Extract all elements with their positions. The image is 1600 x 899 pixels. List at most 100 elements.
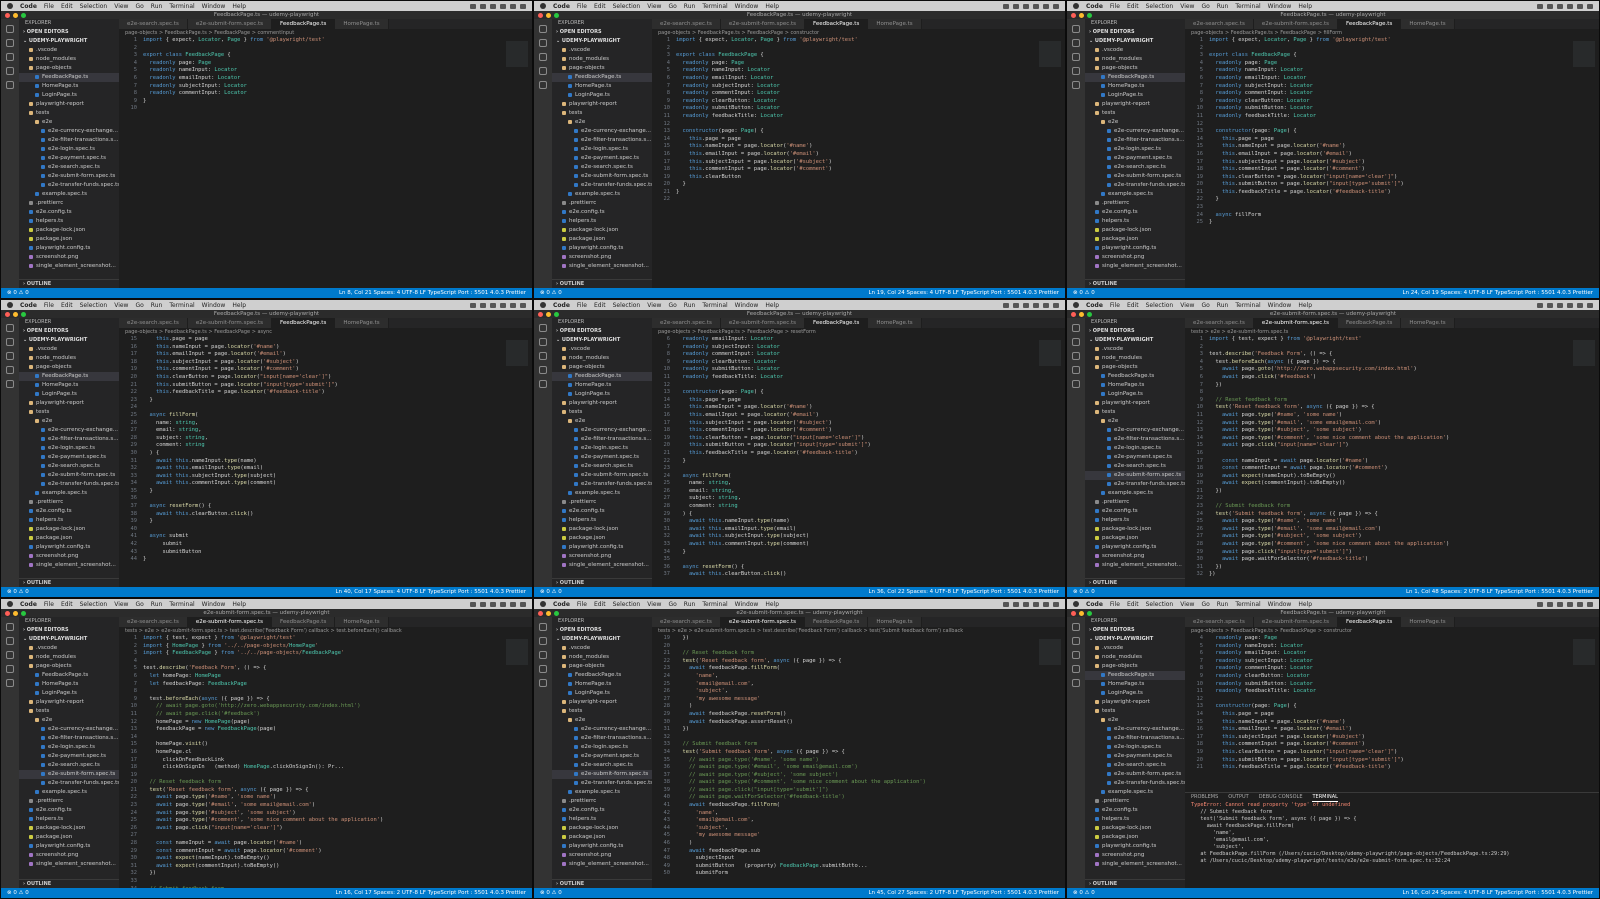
file-tree-item[interactable]: e2e-transfer-funds.spec.ts: [1085, 779, 1185, 788]
file-tree-item[interactable]: .prettierrc: [1085, 797, 1185, 806]
menu-item-file[interactable]: File: [577, 3, 587, 10]
file-tree-item[interactable]: e2e-login.spec.ts: [552, 743, 652, 752]
status-problems[interactable]: ⊗ 0 ⚠ 0: [540, 288, 562, 298]
file-tree-item[interactable]: e2e-search.spec.ts: [552, 761, 652, 770]
file-tree-item[interactable]: package.json: [1085, 833, 1185, 842]
file-tree-item[interactable]: tests: [552, 707, 652, 716]
files-icon[interactable]: [6, 324, 14, 332]
editor-tab[interactable]: FeedbackPage.ts: [805, 617, 869, 627]
menu-item-go[interactable]: Go: [1201, 601, 1209, 608]
file-tree-item[interactable]: page-objects: [552, 64, 652, 73]
open-editors-section[interactable]: › OPEN EDITORS: [19, 28, 119, 37]
minimap[interactable]: [1573, 639, 1595, 665]
file-tree-item[interactable]: playwright-report: [552, 399, 652, 408]
status-problems[interactable]: ⊗ 0 ⚠ 0: [1073, 587, 1095, 597]
file-tree-item[interactable]: e2e.config.ts: [552, 208, 652, 217]
file-tree-item[interactable]: .prettierrc: [19, 797, 119, 806]
editor-tab[interactable]: e2e-submit-form.spec.ts: [1253, 318, 1339, 328]
file-tree-item[interactable]: e2e-login.spec.ts: [19, 145, 119, 154]
file-tree-item[interactable]: e2e-login.spec.ts: [1085, 444, 1185, 453]
extensions-icon[interactable]: [1072, 380, 1080, 388]
search-icon[interactable]: [6, 637, 14, 645]
run-debug-icon[interactable]: [539, 665, 547, 673]
file-tree-item[interactable]: e2e-currency-exchange...: [19, 426, 119, 435]
source-control-icon[interactable]: [1072, 53, 1080, 61]
menu-item-selection[interactable]: Selection: [80, 302, 108, 309]
status-problems[interactable]: ⊗ 0 ⚠ 0: [1073, 888, 1095, 898]
extensions-icon[interactable]: [539, 380, 547, 388]
editor-tab[interactable]: e2e-search.spec.ts: [1185, 617, 1254, 627]
file-tree-item[interactable]: .prettierrc: [19, 199, 119, 208]
editor-tab[interactable]: e2e-search.spec.ts: [1185, 318, 1254, 328]
menu-item-window[interactable]: Window: [1268, 3, 1292, 10]
project-root-folder[interactable]: ⌄ UDEMY-PLAYWRIGHT: [19, 635, 119, 644]
tray-icon[interactable]: [480, 601, 486, 607]
file-tree-item[interactable]: .prettierrc: [19, 498, 119, 507]
project-root-folder[interactable]: ⌄ UDEMY-PLAYWRIGHT: [1085, 37, 1185, 46]
file-tree-item[interactable]: LoginPage.ts: [552, 689, 652, 698]
file-tree-item[interactable]: HomePage.ts: [1085, 680, 1185, 689]
extensions-icon[interactable]: [6, 679, 14, 687]
menu-item-terminal[interactable]: Terminal: [702, 601, 727, 608]
file-tree-item[interactable]: e2e-submit-form.spec.ts: [19, 770, 119, 779]
source-control-icon[interactable]: [539, 352, 547, 360]
editor-tab[interactable]: HomePage.ts: [868, 318, 922, 328]
apple-icon[interactable]: [1073, 601, 1079, 607]
menu-item-view[interactable]: View: [114, 302, 128, 309]
status-problems[interactable]: ⊗ 0 ⚠ 0: [540, 587, 562, 597]
minimize-window-icon[interactable]: [13, 611, 18, 616]
status-problems[interactable]: ⊗ 0 ⚠ 0: [7, 288, 29, 298]
file-tree-item[interactable]: .vscode: [552, 345, 652, 354]
source-control-icon[interactable]: [1072, 651, 1080, 659]
status-info[interactable]: Ln 40, Col 17 Spaces: 4 UTF-8 LF TypeScr…: [335, 587, 532, 597]
tray-icon[interactable]: [1013, 3, 1019, 9]
file-tree-item[interactable]: package.json: [552, 235, 652, 244]
file-tree-item[interactable]: e2e.config.ts: [552, 507, 652, 516]
tray-icon[interactable]: [470, 302, 476, 308]
file-tree-item[interactable]: HomePage.ts: [19, 82, 119, 91]
file-tree-item[interactable]: .vscode: [552, 46, 652, 55]
file-tree-item[interactable]: single_element_screenshot...: [1085, 561, 1185, 570]
file-tree-item[interactable]: HomePage.ts: [1085, 381, 1185, 390]
menu-item-help[interactable]: Help: [232, 302, 246, 309]
tray-icon[interactable]: [520, 302, 526, 308]
tray-icon[interactable]: [500, 601, 506, 607]
app-name[interactable]: Code: [1086, 302, 1103, 309]
file-tree-item[interactable]: screenshot.png: [19, 552, 119, 561]
editor-tab[interactable]: HomePage.ts: [1401, 19, 1455, 29]
menu-item-edit[interactable]: Edit: [1127, 601, 1139, 608]
file-tree-item[interactable]: e2e-payment.spec.ts: [19, 453, 119, 462]
file-tree-item[interactable]: e2e: [19, 118, 119, 127]
app-name[interactable]: Code: [1086, 3, 1103, 10]
code-editor[interactable]: 6 readonly emailInput: Locator 7 readonly…: [652, 336, 1035, 587]
file-tree-item[interactable]: .prettierrc: [552, 498, 652, 507]
file-tree-item[interactable]: e2e-payment.spec.ts: [1085, 453, 1185, 462]
file-tree-item[interactable]: HomePage.ts: [552, 82, 652, 91]
file-tree-item[interactable]: LoginPage.ts: [1085, 390, 1185, 399]
file-tree-item[interactable]: tests: [1085, 707, 1185, 716]
project-root-folder[interactable]: ⌄ UDEMY-PLAYWRIGHT: [552, 336, 652, 345]
file-tree-item[interactable]: FeedbackPage.ts: [552, 372, 652, 381]
file-tree-item[interactable]: example.spec.ts: [552, 190, 652, 199]
file-tree-item[interactable]: .vscode: [19, 345, 119, 354]
close-window-icon[interactable]: [1071, 13, 1076, 18]
menu-item-run[interactable]: Run: [684, 302, 696, 309]
file-tree-item[interactable]: LoginPage.ts: [1085, 91, 1185, 100]
menu-item-file[interactable]: File: [1110, 302, 1120, 309]
tray-icon[interactable]: [1053, 302, 1059, 308]
run-debug-icon[interactable]: [6, 67, 14, 75]
file-tree-item[interactable]: e2e-login.spec.ts: [19, 444, 119, 453]
file-tree-item[interactable]: .vscode: [19, 644, 119, 653]
file-tree-item[interactable]: playwright-report: [19, 100, 119, 109]
file-tree-item[interactable]: e2e-login.spec.ts: [19, 743, 119, 752]
file-tree-item[interactable]: e2e-payment.spec.ts: [552, 453, 652, 462]
file-tree-item[interactable]: single_element_screenshot...: [19, 860, 119, 869]
status-problems[interactable]: ⊗ 0 ⚠ 0: [7, 888, 29, 898]
tray-icon[interactable]: [1557, 3, 1563, 9]
file-tree-item[interactable]: playwright.config.ts: [552, 842, 652, 851]
zoom-window-icon[interactable]: [554, 13, 559, 18]
file-tree-item[interactable]: e2e-currency-exchange...: [552, 426, 652, 435]
menu-item-terminal[interactable]: Terminal: [169, 3, 194, 10]
file-tree-item[interactable]: single_element_screenshot...: [19, 561, 119, 570]
file-tree-item[interactable]: e2e-transfer-funds.spec.ts: [19, 779, 119, 788]
